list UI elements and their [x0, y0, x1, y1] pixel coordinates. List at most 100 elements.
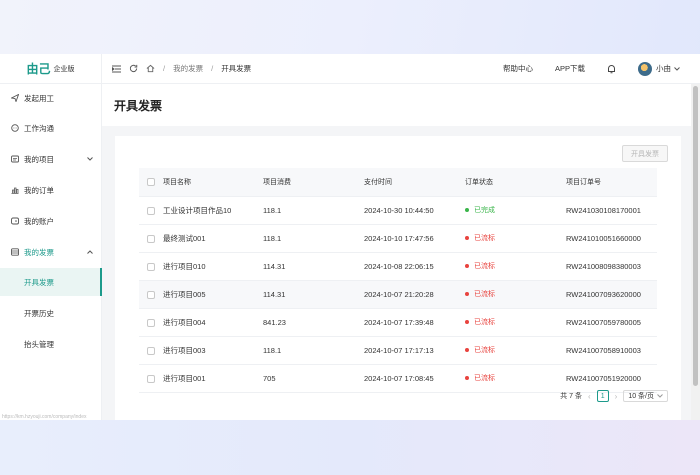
sidebar: 发起用工 工作沟通 我的项目 我的订单 我的账户 我的发票 开具发票 开票历史 …	[0, 84, 102, 420]
project-icon	[11, 155, 19, 163]
brand-logo[interactable]: 由己 企业版	[0, 54, 102, 84]
cell-pay-time: 2024-10-07 17:08:45	[364, 364, 465, 393]
scrollbar-thumb[interactable]	[693, 86, 698, 386]
cell-status: 已流标	[465, 308, 566, 337]
send-icon	[11, 94, 19, 102]
avatar	[638, 61, 652, 76]
table-row[interactable]: 最终测试001 118.1 2024-10-10 17:47:56 已流标 RW2410…	[139, 224, 657, 253]
row-checkbox[interactable]	[147, 290, 155, 299]
sidebar-item-account[interactable]: 我的账户	[0, 207, 102, 235]
sidebar-item-orders[interactable]: 我的订单	[0, 176, 102, 204]
cell-status: 已流标	[465, 252, 566, 281]
cell-pay-time: 2024-10-07 21:20:28	[364, 280, 465, 309]
sidebar-item-label: 工作沟通	[24, 123, 54, 133]
row-select-cell	[139, 280, 163, 309]
chevron-down-icon	[657, 394, 663, 398]
main-content: 开具发票 开具发票 项目名称 项目消费 支付时间 订单状态 项目订单号 工业设计…	[102, 84, 700, 420]
chevron-down-icon	[674, 66, 680, 71]
status-dot	[465, 292, 469, 297]
row-select-cell	[139, 224, 163, 253]
column-header-status: 订单状态	[465, 168, 566, 197]
row-select-cell	[139, 308, 163, 337]
cell-amount: 114.31	[263, 280, 364, 309]
page-title: 开具发票	[114, 98, 163, 113]
help-center-link[interactable]: 帮助中心	[503, 63, 533, 74]
cell-amount: 118.1	[263, 336, 364, 365]
page-number-current[interactable]: 1	[596, 390, 609, 402]
sidebar-item-label: 发起用工	[24, 93, 54, 103]
sidebar-item-label: 我的订单	[24, 185, 54, 195]
status-text: 已流标	[474, 235, 495, 242]
sidebar-item-projects[interactable]: 我的项目	[0, 145, 102, 173]
status-text: 已流标	[474, 375, 495, 382]
issue-invoice-button[interactable]: 开具发票	[622, 145, 668, 162]
refresh-icon[interactable]	[129, 64, 138, 73]
cell-pay-time: 2024-10-07 17:39:48	[364, 308, 465, 337]
chat-icon	[11, 124, 19, 132]
breadcrumb-parent[interactable]: 我的发票	[173, 63, 203, 74]
sidebar-item-chat[interactable]: 工作沟通	[0, 114, 102, 142]
sidebar-subitem-invoice-history[interactable]: 开票历史	[0, 299, 102, 327]
cell-amount: 118.1	[263, 224, 364, 253]
cell-project-name: 进行项目003	[163, 336, 263, 365]
cell-pay-time: 2024-10-30 10:44:50	[364, 196, 465, 225]
status-dot	[465, 264, 469, 269]
pagination: 共 7 条 ‹ 1 › 10 条/页	[560, 390, 668, 402]
cell-project-name: 进行项目004	[163, 308, 263, 337]
cell-status: 已流标	[465, 280, 566, 309]
row-checkbox[interactable]	[147, 374, 155, 383]
table-row[interactable]: 工业设计项目作品10 118.1 2024-10-30 10:44:50 已完成 RW2…	[139, 196, 657, 225]
cell-order-number: RW241007059780005	[566, 308, 657, 337]
cell-pay-time: 2024-10-07 17:17:13	[364, 336, 465, 365]
status-dot	[465, 320, 469, 325]
table-row[interactable]: 进行项目003 118.1 2024-10-07 17:17:13 已流标 RW2410…	[139, 336, 657, 365]
cell-amount: 705	[263, 364, 364, 393]
brand-edition: 企业版	[53, 65, 75, 73]
row-checkbox[interactable]	[147, 234, 155, 243]
row-select-cell	[139, 196, 163, 225]
row-checkbox[interactable]	[147, 262, 155, 271]
select-all-checkbox[interactable]	[147, 177, 155, 186]
row-checkbox[interactable]	[147, 206, 155, 215]
sidebar-subitem-title-management[interactable]: 抬头管理	[0, 330, 102, 358]
table-row[interactable]: 进行项目005 114.31 2024-10-07 21:20:28 已流标 RW241…	[139, 280, 657, 309]
cell-project-name: 进行项目005	[163, 280, 263, 309]
page-size-select[interactable]: 10 条/页	[623, 390, 668, 402]
status-text: 已流标	[474, 291, 495, 298]
sidebar-item-label: 我的项目	[24, 154, 54, 164]
cell-project-name: 工业设计项目作品10	[163, 196, 263, 225]
table-row[interactable]: 进行项目001 705 2024-10-07 17:08:45 已流标 RW241007…	[139, 364, 657, 393]
row-select-cell	[139, 364, 163, 393]
row-checkbox[interactable]	[147, 346, 155, 355]
top-header: 由己 企业版 / 我的发票 / 开具发票 帮助中心 APP下载 小由	[0, 54, 700, 84]
status-text: 已流标	[474, 263, 495, 270]
breadcrumb-current: 开具发票	[221, 64, 252, 73]
cell-status: 已流标	[465, 364, 566, 393]
column-header-amount: 项目消费	[263, 168, 364, 197]
table-row[interactable]: 进行项目010 114.31 2024-10-08 22:06:15 已流标 RW241…	[139, 252, 657, 281]
chevron-left-icon[interactable]: ‹	[588, 392, 591, 401]
sidebar-item-invoices[interactable]: 我的发票	[0, 238, 102, 266]
row-select-cell	[139, 252, 163, 281]
user-menu[interactable]: 小由	[638, 61, 680, 76]
cell-status: 已完成	[465, 196, 566, 225]
status-dot	[465, 236, 469, 241]
app-download-link[interactable]: APP下载	[555, 63, 585, 74]
table-row[interactable]: 进行项目004 841.23 2024-10-07 17:39:48 已流标 RW241…	[139, 308, 657, 337]
sidebar-subitem-issue-invoice[interactable]: 开具发票	[0, 268, 102, 296]
sidebar-item-hire[interactable]: 发起用工	[0, 84, 102, 112]
menu-fold-icon[interactable]	[112, 65, 121, 73]
header-actions: 帮助中心 APP下载 小由	[503, 54, 700, 84]
cell-order-number: RW241030108170001	[566, 196, 657, 225]
chevron-right-icon[interactable]: ›	[615, 392, 618, 401]
cell-pay-time: 2024-10-10 17:47:56	[364, 224, 465, 253]
bell-icon[interactable]	[607, 64, 616, 74]
scrollbar[interactable]	[691, 84, 700, 420]
select-all-cell	[139, 168, 163, 197]
invoice-icon	[11, 248, 19, 256]
account-icon	[11, 217, 19, 225]
status-dot	[465, 348, 469, 353]
home-icon[interactable]	[146, 64, 155, 73]
app-window: 由己 企业版 / 我的发票 / 开具发票 帮助中心 APP下载 小由 发起用工 …	[0, 54, 700, 420]
row-checkbox[interactable]	[147, 318, 155, 327]
